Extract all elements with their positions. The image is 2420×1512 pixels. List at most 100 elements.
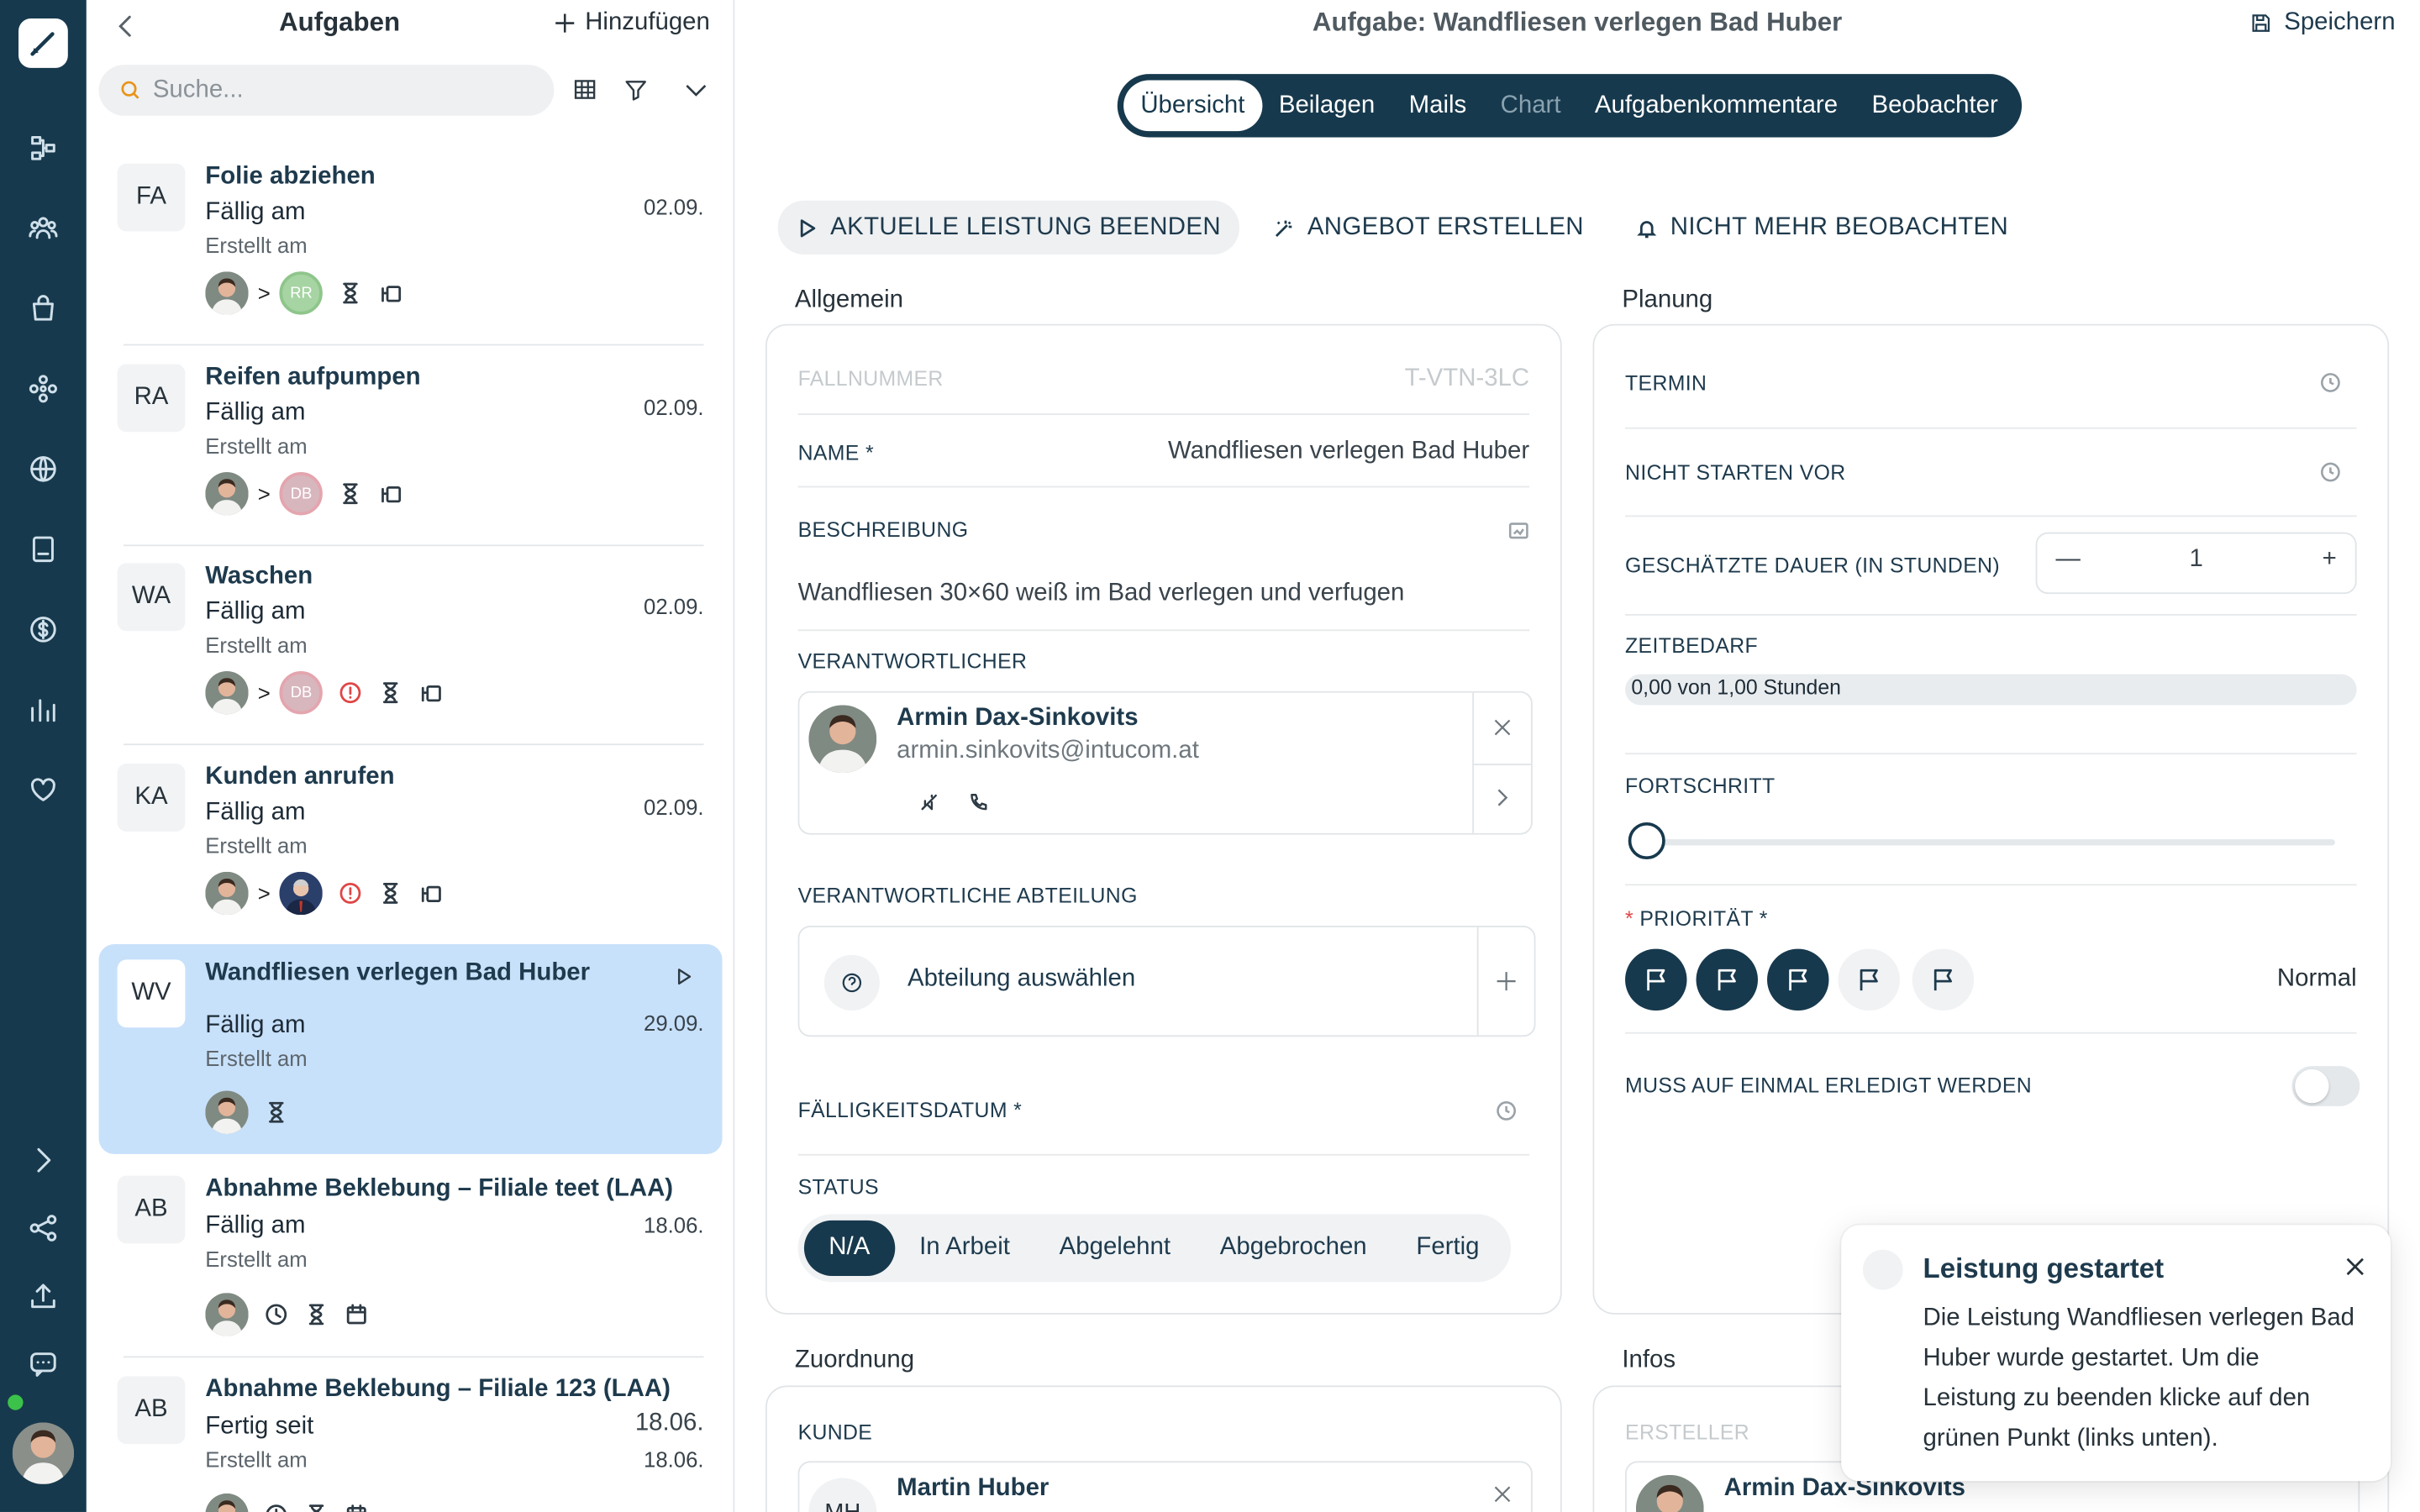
task-item[interactable]: KA Kunden anrufen Fällig am Erstellt am … xyxy=(99,748,723,946)
question-icon xyxy=(823,954,880,1011)
app-logo[interactable] xyxy=(18,18,68,68)
nav-upload-icon[interactable] xyxy=(24,1278,61,1315)
task-item[interactable]: FA Folie abziehen Fällig am Erstellt am … xyxy=(99,148,723,346)
priority-flag-4[interactable] xyxy=(1838,948,1900,1011)
nav-chat-icon[interactable] xyxy=(24,1346,61,1383)
online-status-dot[interactable] xyxy=(8,1394,24,1410)
plus-icon xyxy=(555,13,575,33)
hourglass-icon xyxy=(378,680,402,705)
priority-flag-3[interactable] xyxy=(1767,948,1829,1011)
tab-bar: Übersicht Beilagen Mails Chart Aufgabenk… xyxy=(1117,74,2022,138)
department-selector[interactable]: Abteilung auswählen xyxy=(797,926,1536,1037)
filter-icon[interactable] xyxy=(622,76,653,107)
task-search[interactable] xyxy=(98,65,555,116)
customer-name: Martin Huber xyxy=(897,1474,1050,1502)
time-needed-value: 0,00 von 1,00 Stunden xyxy=(1631,675,1841,700)
expand-editor-icon[interactable] xyxy=(1507,520,1529,542)
cards-icon xyxy=(418,881,443,906)
creator-avatar xyxy=(205,1493,249,1512)
nav-team-icon[interactable] xyxy=(24,210,61,247)
status-option-aborted[interactable]: Abgebrochen xyxy=(1195,1221,1392,1276)
progress-slider-track[interactable] xyxy=(1655,839,2335,846)
chevron-right-icon[interactable] xyxy=(1492,787,1511,816)
nav-workflow-icon[interactable] xyxy=(24,129,61,166)
priority-flag-5[interactable] xyxy=(1912,948,1975,1011)
nav-heart-icon[interactable] xyxy=(24,771,61,808)
tab-attachments[interactable]: Beilagen xyxy=(1262,81,1392,132)
increment-icon[interactable]: + xyxy=(2323,546,2337,574)
responsible-name: Armin Dax-Sinkovits xyxy=(897,705,1139,732)
customer-label: KUNDE xyxy=(797,1420,873,1445)
task-item[interactable]: AB Abnahme Beklebung – Filiale teet (LAA… xyxy=(99,1160,723,1358)
name-input[interactable]: Wandfliesen verlegen Bad Huber xyxy=(1168,438,1529,466)
task-date: 29.09. xyxy=(644,1011,704,1036)
user-avatar[interactable] xyxy=(12,1422,75,1484)
task-date: 02.09. xyxy=(644,594,704,619)
play-icon xyxy=(800,218,816,237)
priority-flag-1[interactable] xyxy=(1625,948,1687,1011)
add-department-icon[interactable] xyxy=(1496,970,1518,1000)
close-icon[interactable] xyxy=(2344,1256,2366,1285)
unwatch-button[interactable]: NICHT MEHR BEOBACHTEN xyxy=(1618,201,2027,255)
task-date: 02.09. xyxy=(644,395,704,420)
customer-card[interactable]: MH Martin Huber xyxy=(797,1461,1533,1512)
nav-dollar-icon[interactable] xyxy=(24,611,61,648)
tab-overview[interactable]: Übersicht xyxy=(1123,80,1262,132)
nav-rail xyxy=(0,0,87,1512)
task-initials-badge: RA xyxy=(117,364,186,433)
tab-task-comments[interactable]: Aufgabenkommentare xyxy=(1578,81,1855,132)
nav-expand-icon[interactable] xyxy=(24,1142,61,1179)
status-option-na[interactable]: N/A xyxy=(803,1220,895,1276)
nav-share-icon[interactable] xyxy=(24,1210,61,1247)
hourglass-icon xyxy=(304,1503,329,1512)
decrement-icon[interactable]: — xyxy=(2055,546,2080,574)
task-created-label: Erstellt am xyxy=(205,633,308,658)
tab-watchers[interactable]: Beobachter xyxy=(1854,81,2015,132)
once-label: MUSS AUF EINMAL ERLEDIGT WERDEN xyxy=(1625,1074,2033,1097)
chevron-down-icon[interactable] xyxy=(682,76,713,107)
once-toggle[interactable] xyxy=(2291,1066,2360,1106)
clock-icon[interactable] xyxy=(2320,372,2342,394)
responsible-card[interactable]: Armin Dax-Sinkovits armin.sinkovits@intu… xyxy=(797,690,1533,835)
task-item-selected[interactable]: WV Wandfliesen verlegen Bad Huber Fällig… xyxy=(98,944,723,1154)
nav-bag-icon[interactable] xyxy=(24,290,61,327)
remove-responsible-icon[interactable] xyxy=(1492,717,1512,745)
phone-icon[interactable] xyxy=(968,791,990,813)
name-label: NAME * xyxy=(797,441,874,465)
toast-title: Leistung gestartet xyxy=(1923,1252,2165,1284)
time-needed-bar: 0,00 von 1,00 Stunden xyxy=(1625,674,2357,706)
status-option-in-progress[interactable]: In Arbeit xyxy=(895,1221,1035,1276)
table-view-icon[interactable] xyxy=(571,76,602,107)
general-card: FALLNUMMER T-VTN-3LC NAME * Wandfliesen … xyxy=(765,323,1562,1315)
remove-customer-icon[interactable] xyxy=(1492,1484,1512,1512)
duration-stepper[interactable]: — 1 + xyxy=(2035,532,2357,595)
nav-modules-icon[interactable] xyxy=(24,370,61,407)
responsible-email[interactable]: armin.sinkovits@intucom.at xyxy=(897,738,1199,765)
progress-slider-handle[interactable] xyxy=(1628,822,1665,860)
tab-mails[interactable]: Mails xyxy=(1392,81,1483,132)
nav-chart-icon[interactable] xyxy=(24,691,61,728)
status-option-rejected[interactable]: Abgelehnt xyxy=(1034,1221,1195,1276)
description-text[interactable]: Wandfliesen 30×60 weiß im Bad verlegen u… xyxy=(798,580,1405,608)
status-option-done[interactable]: Fertig xyxy=(1392,1221,1504,1276)
assignee-initials-avatar: DB xyxy=(279,670,324,715)
nav-book-icon[interactable] xyxy=(24,531,61,568)
mute-icon[interactable] xyxy=(918,791,940,813)
end-service-button[interactable]: AKTUELLE LEISTUNG BEENDEN xyxy=(777,200,1240,255)
clock-icon[interactable] xyxy=(2320,461,2342,483)
task-item[interactable]: WA Waschen Fällig am Erstellt am 02.09. … xyxy=(99,548,723,746)
create-offer-button[interactable]: ANGEBOT ERSTELLEN xyxy=(1255,201,1602,255)
search-input[interactable] xyxy=(152,76,508,104)
nav-globe-icon[interactable] xyxy=(24,450,61,487)
task-initials-badge: KA xyxy=(117,764,186,832)
task-item[interactable]: RA Reifen aufpumpen Fällig am Erstellt a… xyxy=(99,349,723,547)
save-button[interactable]: Speichern xyxy=(2250,9,2396,37)
priority-flag-2[interactable] xyxy=(1696,948,1759,1011)
play-icon[interactable] xyxy=(673,966,695,995)
clock-icon[interactable] xyxy=(1496,1100,1518,1122)
task-item[interactable]: AB Abnahme Beklebung – Filiale 123 (LAA)… xyxy=(99,1361,723,1512)
add-task-button[interactable]: Hinzufügen xyxy=(554,9,710,37)
task-date: 18.06. xyxy=(634,1410,704,1436)
creator-avatar xyxy=(205,271,249,315)
tab-chart[interactable]: Chart xyxy=(1483,81,1577,132)
